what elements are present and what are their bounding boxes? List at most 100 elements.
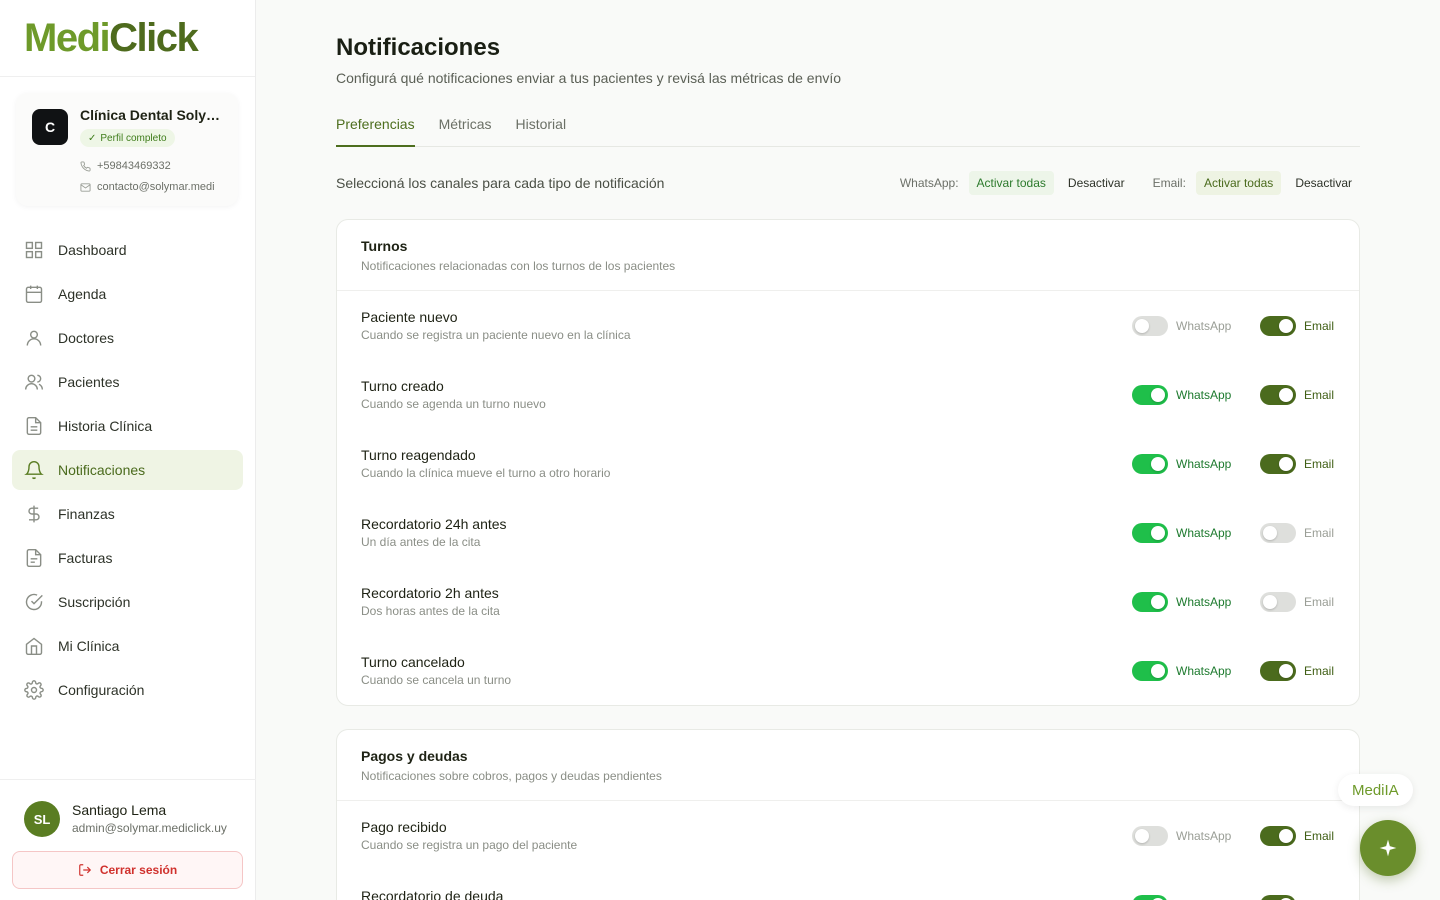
section-header: Pagos y deudas Notificaciones sobre cobr… — [337, 730, 1359, 801]
logout-button[interactable]: Cerrar sesión — [12, 851, 243, 889]
bell-icon — [24, 461, 44, 480]
dollar-icon — [28, 505, 40, 523]
email-toggle-group: Email — [1260, 385, 1334, 405]
user-email: admin@solymar.mediclick.uy — [72, 821, 227, 835]
sidebar-item-label: Doctores — [58, 330, 115, 346]
email-toggle[interactable] — [1260, 385, 1296, 405]
bulk-actions: WhatsApp: Activar todas Desactivar Email… — [900, 171, 1360, 195]
sidebar-item-label: Notificaciones — [58, 462, 146, 478]
sidebar-item-facturas[interactable]: Facturas — [12, 538, 243, 578]
whatsapp-toggle[interactable] — [1132, 592, 1168, 612]
profile-complete-badge: ✓ Perfil completo — [80, 129, 175, 147]
email-deactivate-button[interactable]: Desactivar — [1287, 171, 1360, 195]
whatsapp-toggle-group: WhatsApp — [1132, 385, 1231, 405]
notification-row-paciente-nuevo: Paciente nuevo Cuando se registra un pac… — [337, 291, 1359, 360]
whatsapp-toggle-group: WhatsApp — [1132, 523, 1231, 543]
clinic-email-text: contacto@solymar.medi — [97, 181, 215, 193]
tab-historial[interactable]: Historial — [516, 112, 567, 147]
sidebar-item-label: Mi Clínica — [58, 638, 120, 654]
bulk-actions-row: Seleccioná los canales para cada tipo de… — [336, 170, 1360, 196]
row-description: Cuando se cancela un turno — [361, 673, 512, 687]
email-toggle-label: Email — [1304, 388, 1335, 402]
email-toggle[interactable] — [1260, 826, 1296, 846]
whatsapp-toggle-group: WhatsApp — [1132, 454, 1231, 474]
email-toggle-group: Email — [1260, 592, 1334, 612]
notification-row-recordatorio-deuda: Recordatorio de deuda WhatsApp Email — [337, 870, 1359, 900]
sidebar-item-suscripcion[interactable]: Suscripción — [12, 582, 243, 622]
email-channel-label: Email: — [1152, 176, 1186, 190]
whatsapp-toggle[interactable] — [1132, 895, 1168, 900]
email-toggle-label: Email — [1304, 457, 1335, 471]
sidebar-item-doctores[interactable]: Doctores — [12, 318, 243, 358]
email-toggle-label: Email — [1304, 526, 1335, 540]
email-toggle-group: Email — [1260, 316, 1334, 336]
brand-logo[interactable]: MediClick — [0, 0, 255, 77]
sidebar-item-historia-clinica[interactable]: Historia Clínica — [12, 406, 243, 446]
home-icon — [25, 637, 43, 656]
section-pagos-deudas: Pagos y deudas Notificaciones sobre cobr… — [336, 729, 1360, 900]
email-toggle-group: Email — [1260, 895, 1334, 900]
whatsapp-deactivate-button[interactable]: Desactivar — [1060, 171, 1133, 195]
row-description: Un día antes de la cita — [361, 535, 481, 549]
sidebar-item-label: Dashboard — [58, 242, 127, 258]
sidebar-item-mi-clinica[interactable]: Mi Clínica — [12, 626, 243, 666]
mail-icon — [80, 182, 91, 192]
email-toggle[interactable] — [1260, 661, 1296, 681]
users-icon — [24, 374, 44, 390]
calendar-icon — [25, 285, 43, 304]
assistant-label[interactable]: MediIA — [1338, 774, 1413, 806]
tab-metricas[interactable]: Métricas — [439, 112, 492, 147]
avatar[interactable]: SL — [24, 801, 60, 837]
clinic-card[interactable]: C Clínica Dental Solymar ✓ Perfil comple… — [16, 93, 238, 206]
section-subtitle: Notificaciones relacionadas con los turn… — [361, 259, 676, 273]
sidebar-item-configuracion[interactable]: Configuración — [12, 670, 243, 710]
sidebar-item-dashboard[interactable]: Dashboard — [12, 230, 243, 270]
tab-bar: Preferencias Métricas Historial — [336, 112, 1360, 147]
email-toggle-label: Email — [1304, 319, 1335, 333]
section-title: Pagos y deudas — [361, 748, 468, 764]
clinic-name: Clínica Dental Solymar — [80, 107, 230, 123]
sidebar-item-finanzas[interactable]: Finanzas — [12, 494, 243, 534]
whatsapp-toggle-label: WhatsApp — [1176, 319, 1232, 333]
email-toggle-group: Email — [1260, 523, 1334, 543]
sidebar-item-label: Facturas — [58, 550, 113, 566]
page-subtitle: Configurá qué notificaciones enviar a tu… — [336, 70, 842, 86]
clinic-phone-text: +59843469332 — [97, 160, 171, 172]
whatsapp-toggle[interactable] — [1132, 661, 1168, 681]
whatsapp-toggle[interactable] — [1132, 454, 1168, 474]
page-title: Notificaciones — [336, 34, 501, 61]
sidebar-item-pacientes[interactable]: Pacientes — [12, 362, 243, 402]
email-toggle-label: Email — [1304, 664, 1335, 678]
tab-preferencias[interactable]: Preferencias — [336, 112, 415, 147]
invoice-icon — [26, 548, 42, 568]
email-toggle[interactable] — [1260, 316, 1296, 336]
email-activate-all-button[interactable]: Activar todas — [1195, 171, 1282, 195]
email-toggle[interactable] — [1260, 895, 1296, 900]
email-toggle[interactable] — [1260, 592, 1296, 612]
sidebar-item-label: Pacientes — [58, 374, 120, 390]
sidebar-item-notificaciones[interactable]: Notificaciones — [12, 450, 243, 490]
whatsapp-toggle[interactable] — [1132, 385, 1168, 405]
logout-label: Cerrar sesión — [99, 863, 178, 877]
row-title: Recordatorio 24h antes — [361, 516, 507, 532]
row-title: Turno reagendado — [361, 447, 476, 463]
user-panel: SL Santiago Lema admin@solymar.mediclick… — [0, 779, 256, 900]
grid-icon — [25, 241, 43, 259]
whatsapp-toggle[interactable] — [1132, 523, 1168, 543]
whatsapp-toggle[interactable] — [1132, 826, 1168, 846]
assistant-button[interactable] — [1360, 820, 1416, 876]
whatsapp-toggle-group: WhatsApp — [1132, 592, 1231, 612]
whatsapp-toggle-group: WhatsApp — [1132, 826, 1231, 846]
section-turnos: Turnos Notificaciones relacionadas con l… — [336, 219, 1360, 706]
file-icon — [26, 416, 42, 436]
clinic-email: contacto@solymar.medi — [80, 181, 230, 193]
clinic-phone: +59843469332 — [80, 160, 230, 172]
section-header: Turnos Notificaciones relacionadas con l… — [337, 220, 1359, 291]
whatsapp-toggle[interactable] — [1132, 316, 1168, 336]
user-name: Santiago Lema — [72, 802, 167, 818]
whatsapp-channel-label: WhatsApp: — [899, 176, 959, 190]
whatsapp-activate-all-button[interactable]: Activar todas — [968, 171, 1054, 195]
email-toggle[interactable] — [1260, 523, 1296, 543]
sidebar-item-agenda[interactable]: Agenda — [12, 274, 243, 314]
email-toggle[interactable] — [1260, 454, 1296, 474]
